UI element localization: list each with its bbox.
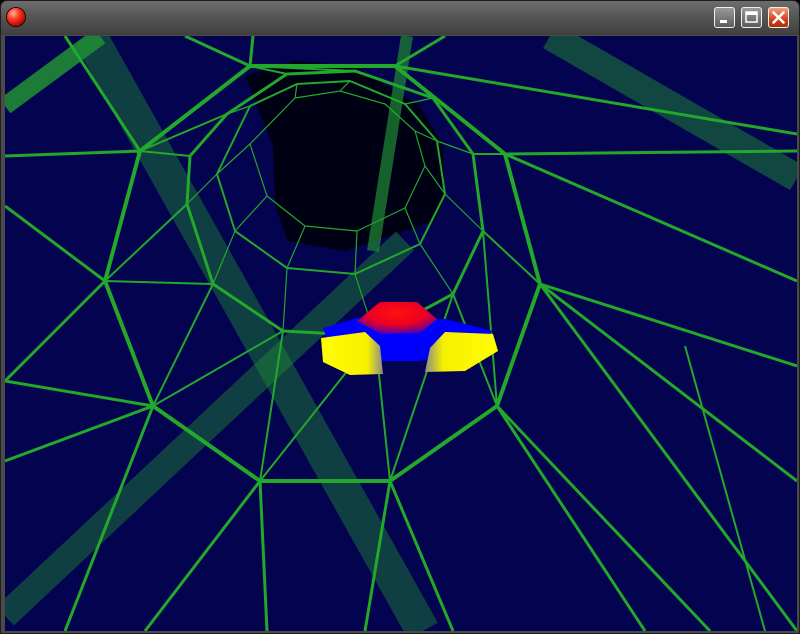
game-viewport[interactable] (5, 36, 797, 631)
game-window (0, 0, 800, 634)
tunnel-scene (5, 36, 797, 631)
maximize-icon (745, 11, 758, 23)
minimize-icon (720, 20, 727, 23)
close-button[interactable] (768, 7, 789, 28)
close-icon (772, 11, 785, 24)
minimize-button[interactable] (714, 7, 735, 28)
app-icon[interactable] (7, 8, 25, 26)
maximize-button[interactable] (741, 7, 762, 28)
title-bar[interactable] (1, 1, 799, 35)
